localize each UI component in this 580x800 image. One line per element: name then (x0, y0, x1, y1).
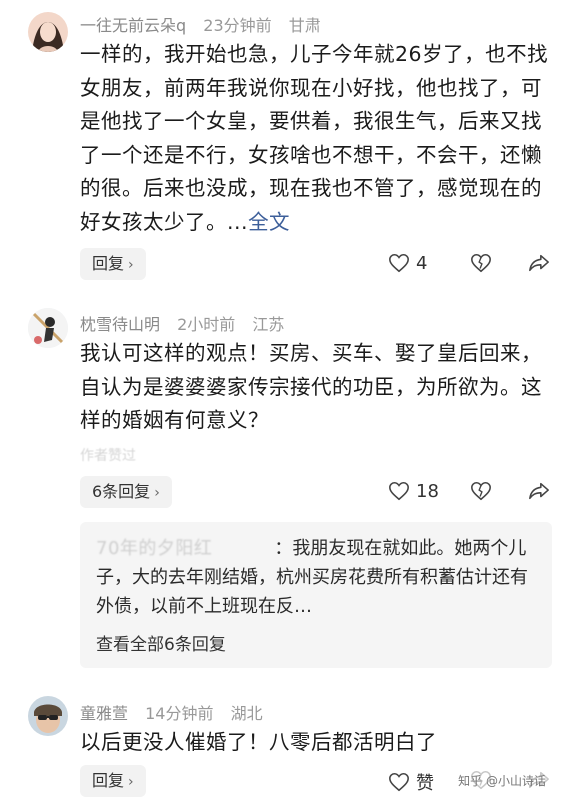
like-count: 18 (416, 480, 439, 502)
sub-reply-text: 70年的夕阳红 ：我朋友现在就如此。她两个儿子，大的去年刚结婚，杭州买房花费所有积… (96, 534, 536, 621)
broken-heart-icon (471, 481, 491, 501)
comment-time: 2小时前 (177, 315, 236, 334)
sub-reply-box[interactable]: 70年的夕阳红 ：我朋友现在就如此。她两个儿子，大的去年刚结婚，杭州买房花费所有积… (80, 522, 552, 668)
comment-text: 我认可这样的观点！买房、买车、娶了皇后回来，自认为是婆婆婆家传宗接代的功臣，为所… (80, 337, 558, 438)
chevron-right-icon: › (128, 257, 134, 273)
share-icon (529, 482, 549, 500)
comment-time: 23分钟前 (203, 16, 272, 35)
comment-time: 14分钟前 (145, 704, 214, 723)
avatar[interactable] (28, 12, 68, 52)
like-button[interactable]: 18 (388, 480, 439, 502)
reply-label: 回复 (92, 254, 125, 273)
dislike-button[interactable] (470, 252, 492, 274)
avatar[interactable] (28, 696, 68, 736)
chevron-right-icon: › (154, 485, 160, 501)
author-name[interactable]: 童雅萱 (80, 704, 128, 723)
share-button[interactable] (528, 480, 550, 502)
comment-location: 湖北 (230, 704, 263, 723)
share-icon (529, 254, 549, 272)
comment-text: 以后更没人催婚了！八零后都活明白了 (80, 726, 558, 760)
comment-text: 一样的，我开始也急，儿子今年就26岁了，也不找女朋友，前两年我说你现在小好找，他… (80, 38, 558, 239)
comment-location: 江苏 (252, 315, 285, 334)
heart-icon (389, 253, 409, 273)
like-button[interactable]: 赞 (388, 769, 434, 795)
view-all-replies-link[interactable]: 查看全部6条回复 (96, 630, 226, 655)
reply-button[interactable]: 回复 › (80, 765, 146, 797)
chevron-right-icon: › (128, 774, 134, 790)
comment-body: 我认可这样的观点！买房、买车、娶了皇后回来，自认为是婆婆婆家传宗接代的功臣，为所… (80, 341, 542, 432)
like-count: 4 (416, 252, 428, 274)
like-button[interactable]: 4 (388, 252, 427, 274)
heart-icon (389, 772, 409, 792)
comment-body: 一样的，我开始也急，儿子今年就26岁了，也不找女朋友，前两年我说你现在小好找，他… (80, 42, 549, 234)
reply-label: 6条回复 (92, 482, 151, 501)
avatar[interactable] (28, 308, 68, 348)
author-liked-label: 作者赞过 (80, 448, 136, 464)
expand-link[interactable]: 全文 (248, 210, 290, 234)
comment-meta: 童雅萱 14分钟前 湖北 (80, 700, 275, 724)
broken-heart-icon (471, 253, 491, 273)
dislike-button[interactable] (470, 480, 492, 502)
comment-body: 以后更没人催婚了！八零后都活明白了 (80, 730, 437, 754)
comment-location: 甘肃 (288, 16, 321, 35)
comment-meta: 枕雪待山明 2小时前 江苏 (80, 311, 296, 335)
reply-button[interactable]: 回复 › (80, 248, 146, 280)
heart-icon (389, 481, 409, 501)
comment-meta: 一往无前云朵q 23分钟前 甘肃 (80, 12, 333, 36)
replies-button[interactable]: 6条回复 › (80, 476, 172, 508)
watermark: 知乎 @小山诗话 (454, 771, 550, 790)
reply-label: 回复 (92, 771, 125, 790)
share-button[interactable] (528, 252, 550, 274)
like-label: 赞 (416, 773, 434, 794)
author-name[interactable]: 一往无前云朵q (80, 16, 186, 35)
sub-reply-author[interactable]: 70年的夕阳红 (96, 538, 212, 559)
author-name[interactable]: 枕雪待山明 (80, 315, 160, 334)
